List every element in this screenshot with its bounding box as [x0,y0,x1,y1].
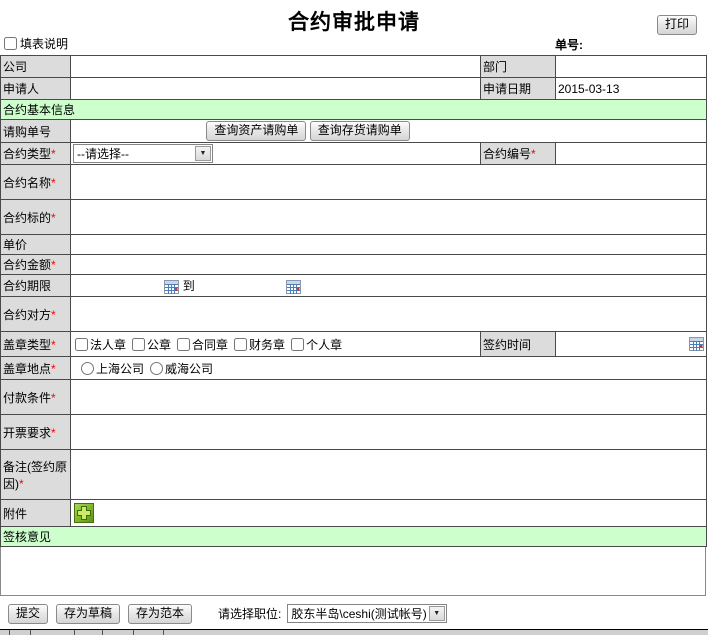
query-asset-requisition-button[interactable]: 查询资产请购单 [206,121,307,141]
footer-bar: 提交 存为草稿 存为范本 请选择职位: 胶东半岛\ceshi(测试帐号) ▼ [0,603,708,624]
page-header: 合约审批申请 打印 填表说明 单号: [0,0,708,55]
company-label: 公司 [0,55,71,78]
seal-official-checkbox[interactable] [132,337,146,351]
position-select[interactable]: 胶东半岛\ceshi(测试帐号) ▼ [287,604,447,623]
save-template-button[interactable]: 存为范本 [128,603,193,624]
payment-terms-label: 付款条件* [0,379,71,415]
invoice-req-label: 开票要求* [0,414,71,450]
form-note-label: 填表说明 [20,37,69,51]
bottom-table-header [0,629,708,635]
contract-amount-input[interactable] [70,254,707,275]
requisition-no-cell: 查询资产请购单 查询存货请购单 [70,119,707,143]
counterparty-input[interactable] [70,296,707,332]
contract-name-label: 合约名称* [0,164,71,200]
position-label: 请选择职位: [218,607,282,621]
seal-place-shanghai-radio[interactable] [81,361,94,375]
remarks-input[interactable] [70,449,707,500]
section-approval: 签核意见 [0,526,707,547]
remarks-label: 备注(签约原因)* [0,449,71,500]
apply-date-label: 申请日期 [480,77,556,100]
form-note-checkbox[interactable] [4,37,17,50]
company-input[interactable] [70,55,481,78]
contract-no-input[interactable] [555,142,707,165]
applicant-label: 申请人 [0,77,71,100]
department-input[interactable] [555,55,707,78]
contract-type-cell: --请选择-- ▼ [70,142,481,165]
attachment-cell [70,499,707,527]
contract-subject-label: 合约标的* [0,199,71,235]
approval-opinion-box[interactable] [0,547,706,596]
counterparty-label: 合约对方* [0,296,71,332]
calendar-icon[interactable] [164,279,180,294]
contract-subject-input[interactable] [70,199,707,235]
save-draft-button[interactable]: 存为草稿 [56,603,121,624]
seal-finance-checkbox[interactable] [234,337,248,351]
seal-contract-checkbox[interactable] [177,337,191,351]
unit-price-label: 单价 [0,234,71,255]
seal-legal-checkbox[interactable] [75,337,88,351]
apply-date-value: 2015-03-13 [555,77,707,100]
seal-personal-checkbox[interactable] [291,337,305,351]
page-title: 合约审批申请 [288,11,420,34]
print-button[interactable]: 打印 [656,15,697,35]
seal-place-cell: 上海公司 威海公司 [70,356,707,380]
submit-button[interactable]: 提交 [8,603,49,624]
calendar-icon[interactable] [689,337,704,352]
add-attachment-button[interactable] [74,502,94,523]
period-to-text: 到 [182,279,195,293]
chevron-down-icon: ▼ [195,146,211,161]
requisition-no-label: 请购单号 [0,119,71,143]
contract-form-table: 公司 部门 申请人 申请日期 2015-03-13 合约基本信息 请购单号 查询… [0,55,707,547]
invoice-req-input[interactable] [70,414,707,450]
section-basic-info: 合约基本信息 [0,99,707,120]
chevron-down-icon: ▼ [428,606,445,621]
calendar-icon[interactable] [286,279,302,294]
seal-type-label: 盖章类型* [0,331,71,357]
contract-type-select[interactable]: --请选择-- ▼ [73,144,213,163]
payment-terms-input[interactable] [70,379,707,415]
sign-time-input[interactable] [555,331,707,357]
order-no-label: 单号: [555,38,583,52]
contract-name-input[interactable] [70,164,707,200]
seal-place-weihai-radio[interactable] [150,361,164,375]
contract-period-label: 合约期限 [0,274,71,297]
query-stock-requisition-button[interactable]: 查询存货请购单 [309,121,410,141]
unit-price-input[interactable] [70,234,707,255]
applicant-input[interactable] [70,77,481,100]
seal-type-cell: 法人章 公章 合同章 财务章 个人章 [70,331,481,357]
seal-place-label: 盖章地点* [0,356,71,380]
contract-period-cell: 到 [70,274,707,297]
sign-time-label: 签约时间 [480,331,556,357]
contract-type-label: 合约类型* [0,142,71,165]
contract-no-label: 合约编号* [480,142,556,165]
department-label: 部门 [480,55,556,78]
attachment-label: 附件 [0,499,71,527]
contract-amount-label: 合约金额* [0,254,71,275]
